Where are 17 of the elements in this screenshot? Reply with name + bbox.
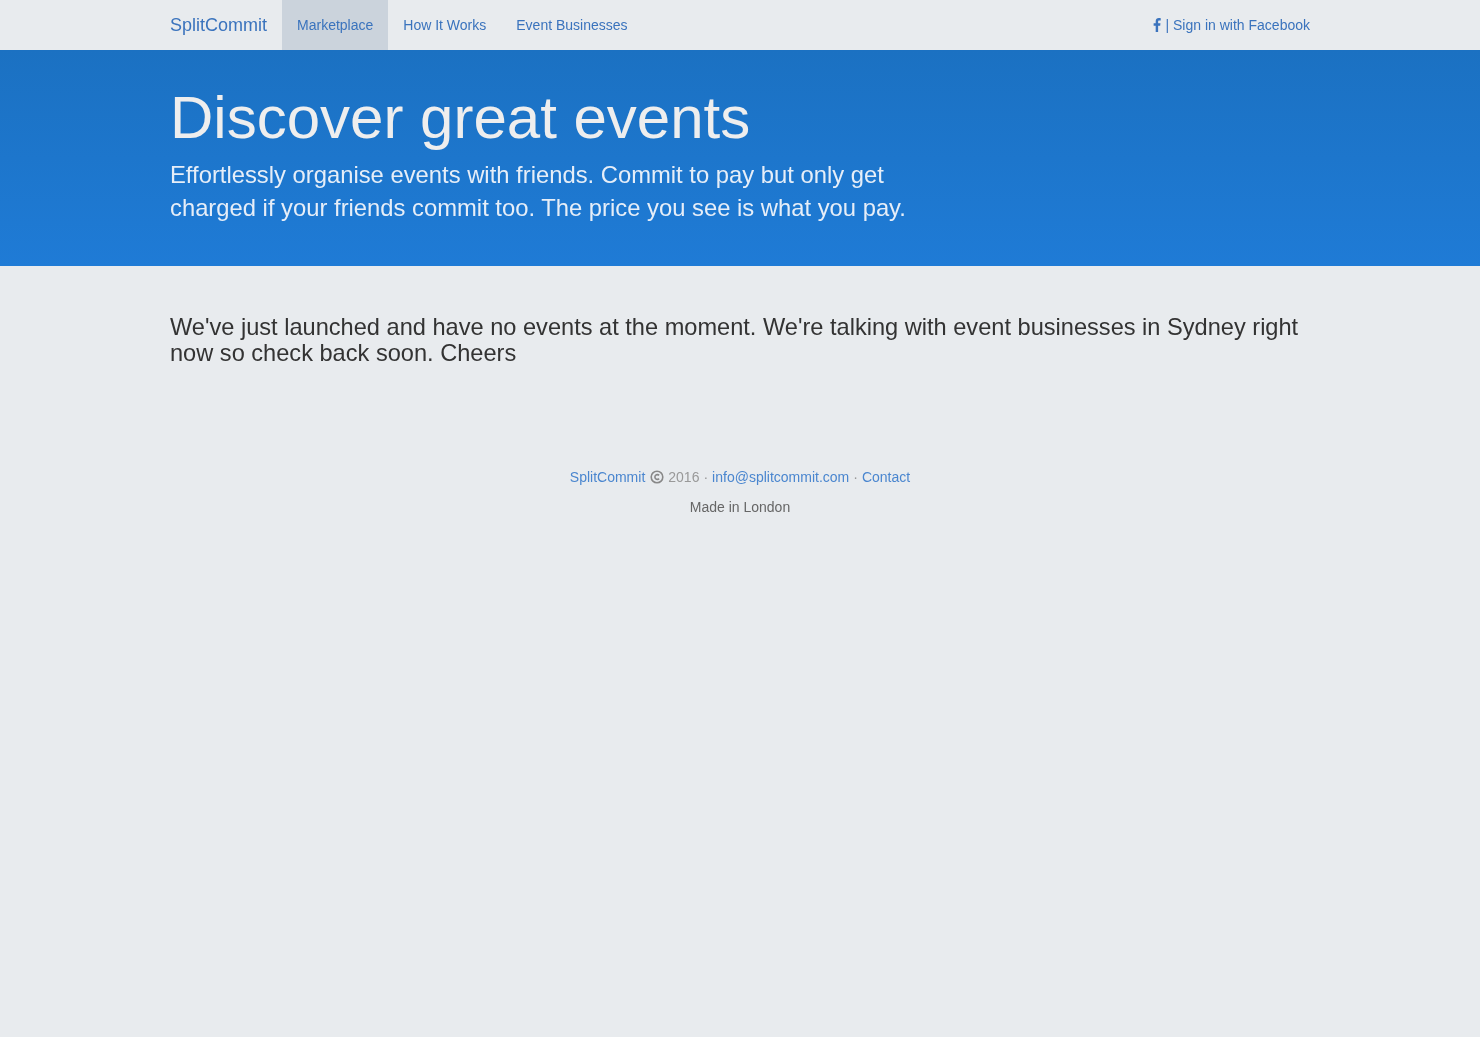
notice-message: We've just launched and have no events at the moment. We're talking with event businesses in Sydney right now so check back soon. Cheers [170, 314, 1300, 366]
separator-dot: · [853, 468, 858, 487]
separator-dot: · [703, 468, 709, 487]
copyright-year: 2016 [668, 468, 700, 487]
copyright-icon [650, 470, 665, 484]
contact-link[interactable]: Contact [861, 467, 911, 487]
facebook-icon [1152, 18, 1161, 32]
footer-note: Made in London [689, 498, 791, 517]
nav-tab[interactable]: Event Businesses [501, 0, 643, 50]
brand-link[interactable]: SplitCommit [170, 0, 282, 50]
footer-brand-link[interactable]: SplitCommit [569, 467, 646, 487]
nav-tab[interactable]: How It Works [388, 0, 502, 50]
email-link[interactable]: info@splitcommit.com [712, 467, 850, 487]
hero-lead-text: Effortlessly organise events with friends. Commit to pay but only get charged if your friends commit too. The price you see is what you pay. [170, 160, 907, 223]
nav-tab[interactable]: Marketplace [282, 0, 389, 50]
facebook-sign-in-link[interactable]: | Sign in with Facebook [1152, 0, 1310, 50]
hero-title: Discover great events [170, 83, 752, 153]
